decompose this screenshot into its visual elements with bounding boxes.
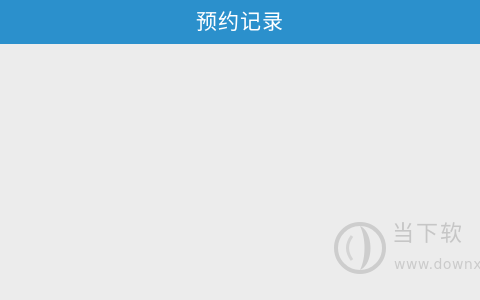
page-title: 预约记录 [196, 9, 284, 34]
watermark-url: www.downx [394, 257, 480, 273]
app-window: 预约记录 当下软 www.downx [0, 0, 480, 300]
downxia-logo-icon [334, 222, 386, 274]
watermark: 当下软 www.downx [330, 218, 480, 278]
title-bar: 预约记录 [0, 0, 480, 44]
watermark-title: 当下软 [392, 222, 465, 247]
